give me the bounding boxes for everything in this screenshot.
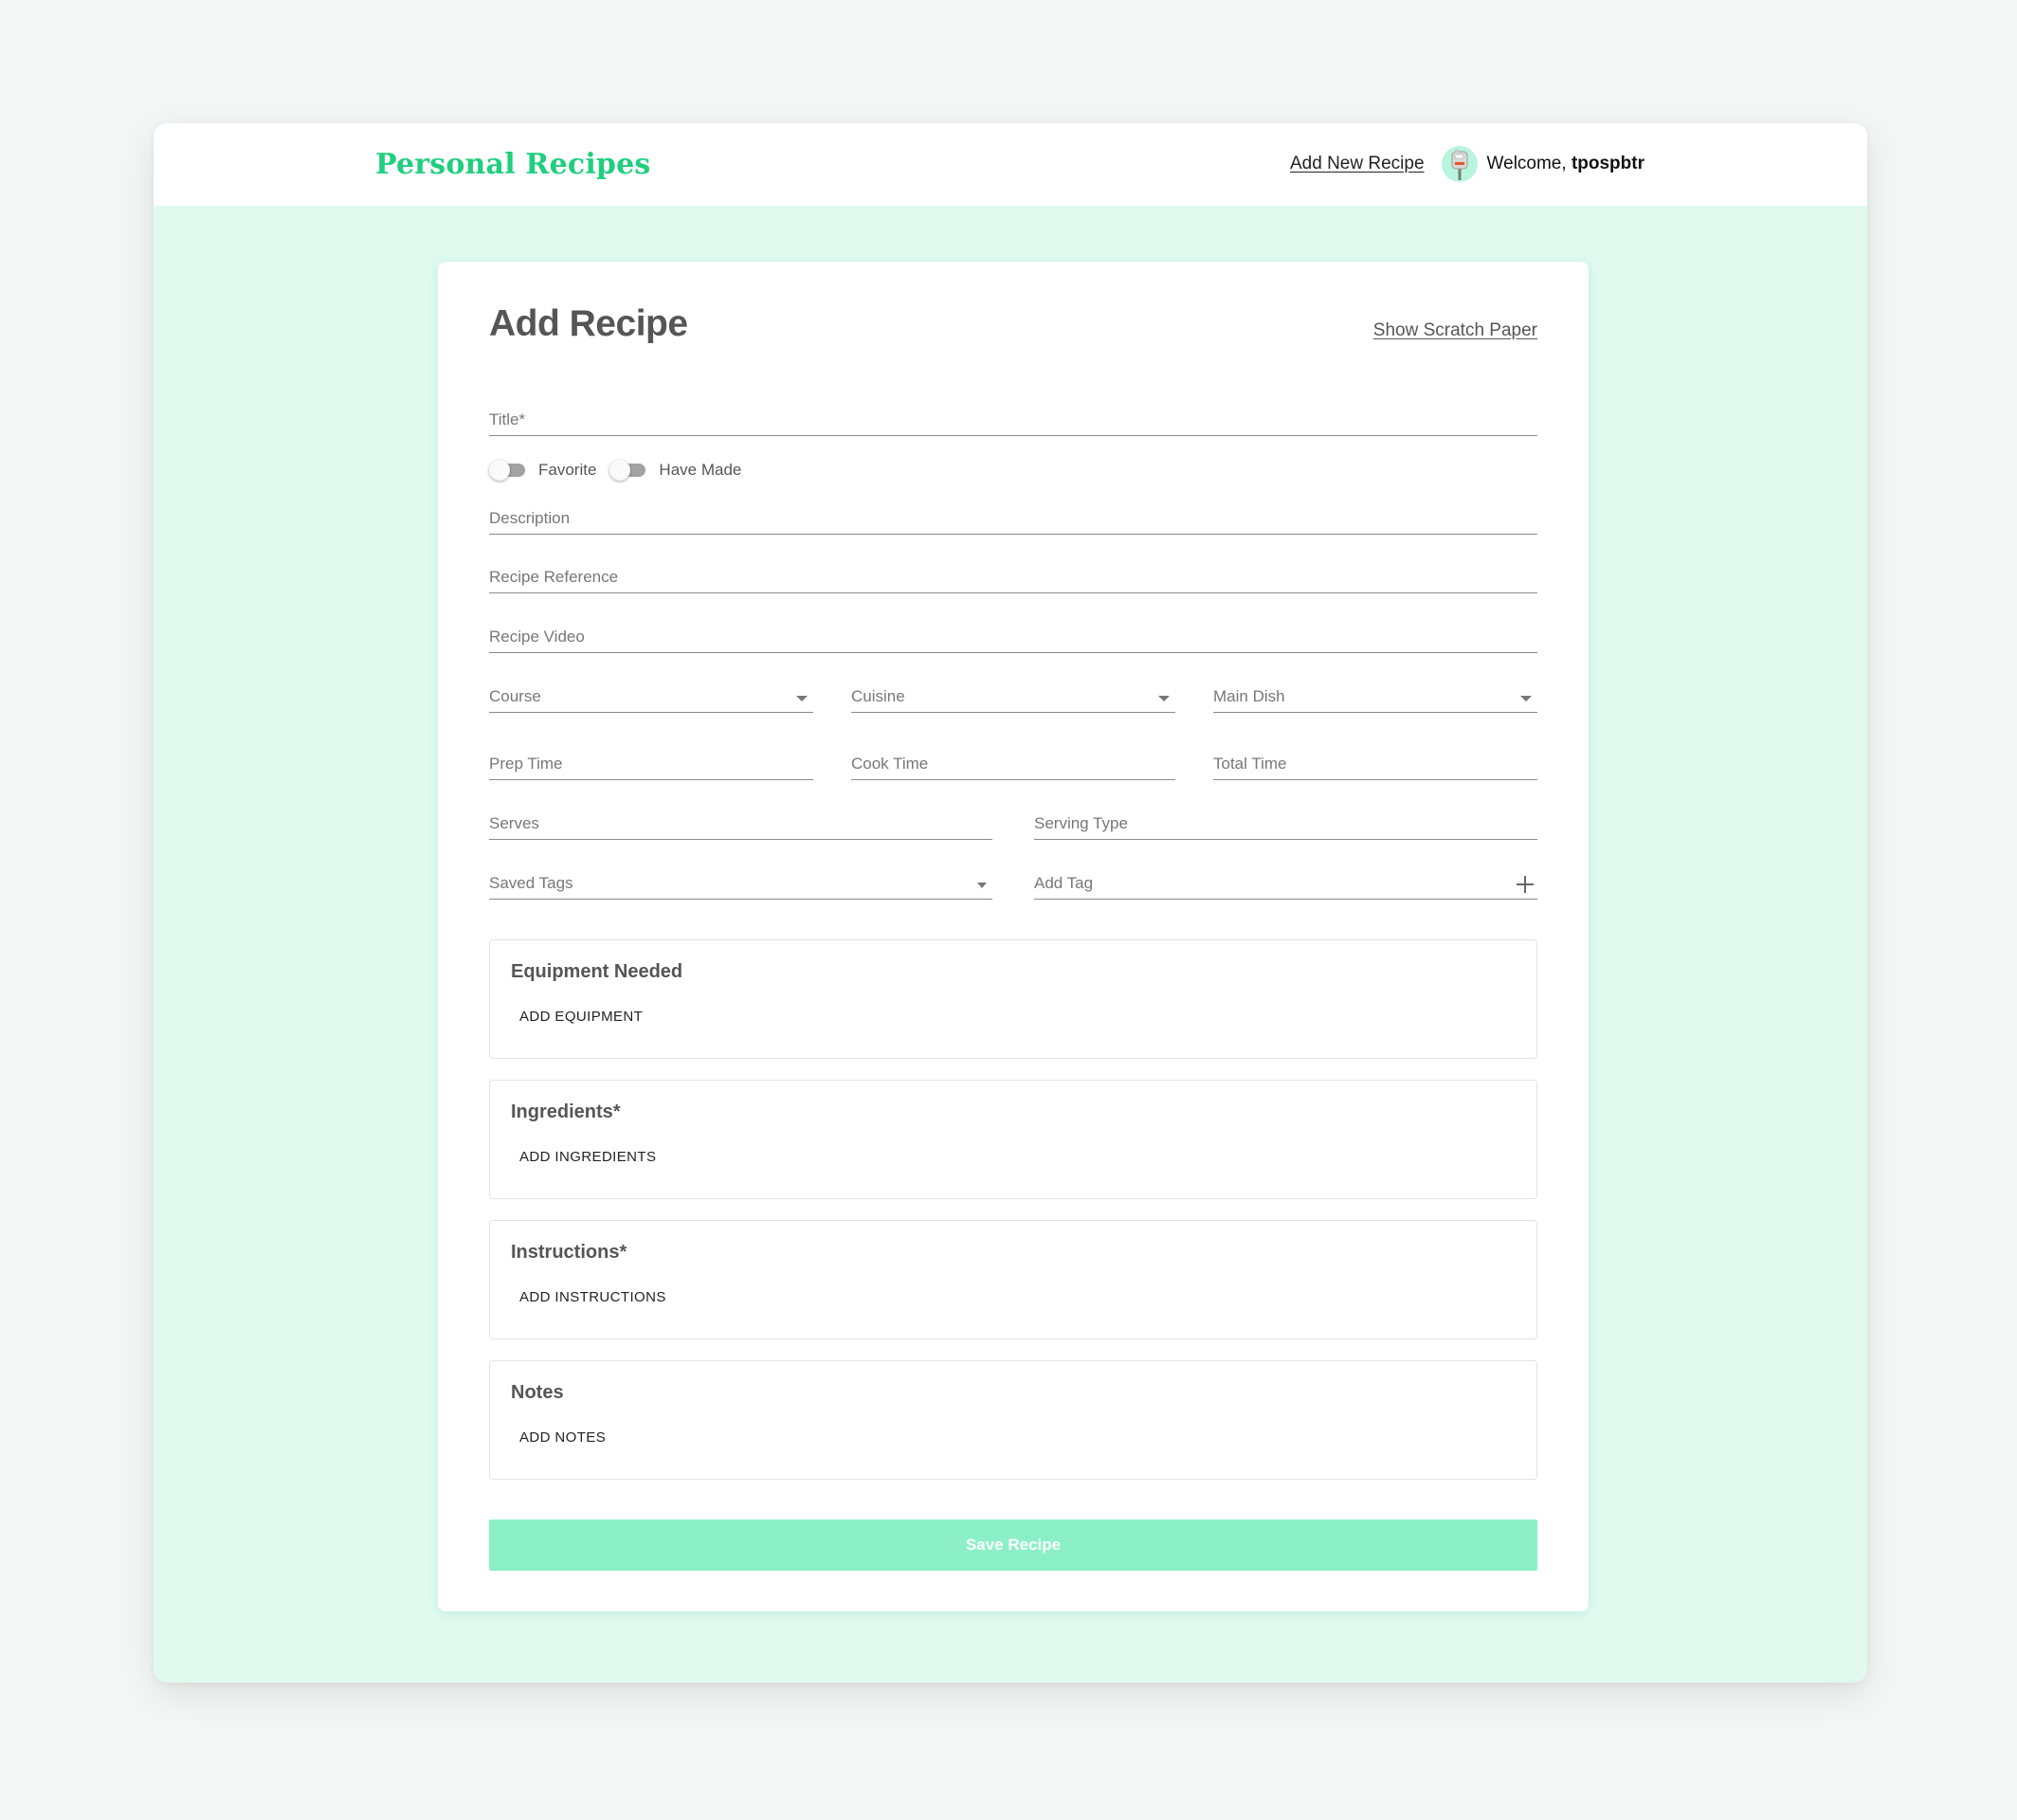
avatar[interactable] xyxy=(1441,146,1478,182)
main-dish-select[interactable]: Main Dish xyxy=(1213,684,1537,713)
prep-time-input[interactable] xyxy=(489,752,813,779)
page-title: Add Recipe xyxy=(489,303,688,344)
ingredients-section: Ingredients* ADD INGREDIENTS xyxy=(489,1080,1537,1199)
add-recipe-card: Add Recipe Show Scratch Paper Title* Fav… xyxy=(438,262,1589,1611)
toggle-row: Favorite Have Made xyxy=(489,459,754,482)
add-instructions-button[interactable]: ADD INSTRUCTIONS xyxy=(511,1283,675,1311)
cuisine-dropdown-caret-icon[interactable] xyxy=(1158,696,1170,701)
username: tpospbtr xyxy=(1571,154,1644,173)
description-field[interactable]: Description xyxy=(489,506,1537,535)
saved-tags-select[interactable]: Saved Tags xyxy=(489,871,992,900)
prep-time-field[interactable]: Prep Time xyxy=(489,752,813,780)
add-ingredients-button[interactable]: ADD INGREDIENTS xyxy=(511,1143,664,1171)
description-input[interactable] xyxy=(489,506,1537,534)
equipment-section-title: Equipment Needed xyxy=(511,961,683,982)
course-dropdown-caret-icon[interactable] xyxy=(796,696,808,701)
add-notes-button[interactable]: ADD NOTES xyxy=(511,1424,614,1451)
title-input[interactable] xyxy=(489,408,1537,435)
add-tag-field[interactable]: Add Tag xyxy=(1034,871,1537,900)
total-time-input[interactable] xyxy=(1213,752,1537,779)
serving-type-field[interactable]: Serving Type xyxy=(1034,811,1537,840)
save-recipe-button[interactable]: Save Recipe xyxy=(489,1520,1537,1571)
plus-icon[interactable] xyxy=(1517,876,1534,893)
equipment-section: Equipment Needed ADD EQUIPMENT xyxy=(489,939,1537,1059)
recipe-reference-field[interactable]: Recipe Reference xyxy=(489,565,1537,593)
recipe-video-field[interactable]: Recipe Video xyxy=(489,625,1537,653)
top-nav-bar: Personal Recipes Add New Recipe Welcome,… xyxy=(154,123,1867,206)
main-dish-dropdown-caret-icon[interactable] xyxy=(1520,696,1532,701)
serves-input[interactable] xyxy=(489,811,992,839)
welcome-prefix: Welcome, xyxy=(1486,154,1572,173)
instructions-section-title: Instructions* xyxy=(511,1242,627,1263)
have-made-toggle-thumb[interactable] xyxy=(609,460,631,481)
have-made-label: Have Made xyxy=(659,461,742,479)
cook-time-input[interactable] xyxy=(851,752,1175,779)
main-dish-label: Main Dish xyxy=(1213,687,1285,705)
favorite-toggle[interactable] xyxy=(489,459,527,482)
cook-time-field[interactable]: Cook Time xyxy=(851,752,1175,780)
show-scratch-paper-link[interactable]: Show Scratch Paper xyxy=(1373,320,1537,341)
parking-meter-icon xyxy=(1451,149,1468,180)
app-window: Personal Recipes Add New Recipe Welcome,… xyxy=(154,123,1867,1683)
brand-logo[interactable]: Personal Recipes xyxy=(375,148,650,181)
saved-tags-dropdown-caret-icon[interactable] xyxy=(977,883,987,888)
course-label: Course xyxy=(489,687,541,705)
cuisine-label: Cuisine xyxy=(851,687,905,705)
cuisine-select[interactable]: Cuisine xyxy=(851,684,1175,713)
add-new-recipe-link[interactable]: Add New Recipe xyxy=(1290,154,1425,174)
serving-type-input[interactable] xyxy=(1034,811,1537,839)
course-select[interactable]: Course xyxy=(489,684,813,713)
welcome-text: Welcome, tpospbtr xyxy=(1487,154,1644,174)
title-field[interactable]: Title* xyxy=(489,408,1537,436)
recipe-video-input[interactable] xyxy=(489,625,1537,652)
total-time-field[interactable]: Total Time xyxy=(1213,752,1537,780)
notes-section-title: Notes xyxy=(511,1382,564,1403)
add-tag-input[interactable] xyxy=(1034,871,1537,899)
notes-section: Notes ADD NOTES xyxy=(489,1360,1537,1480)
instructions-section: Instructions* ADD INSTRUCTIONS xyxy=(489,1220,1537,1339)
ingredients-section-title: Ingredients* xyxy=(511,1101,621,1122)
add-equipment-button[interactable]: ADD EQUIPMENT xyxy=(511,1003,651,1030)
recipe-reference-input[interactable] xyxy=(489,565,1537,592)
user-nav: Add New Recipe Welcome, tpospbtr xyxy=(1290,144,1644,184)
have-made-toggle[interactable] xyxy=(609,459,647,482)
favorite-toggle-thumb[interactable] xyxy=(489,460,510,481)
favorite-label: Favorite xyxy=(538,461,597,479)
saved-tags-label: Saved Tags xyxy=(489,874,573,892)
serves-field[interactable]: Serves xyxy=(489,811,992,840)
